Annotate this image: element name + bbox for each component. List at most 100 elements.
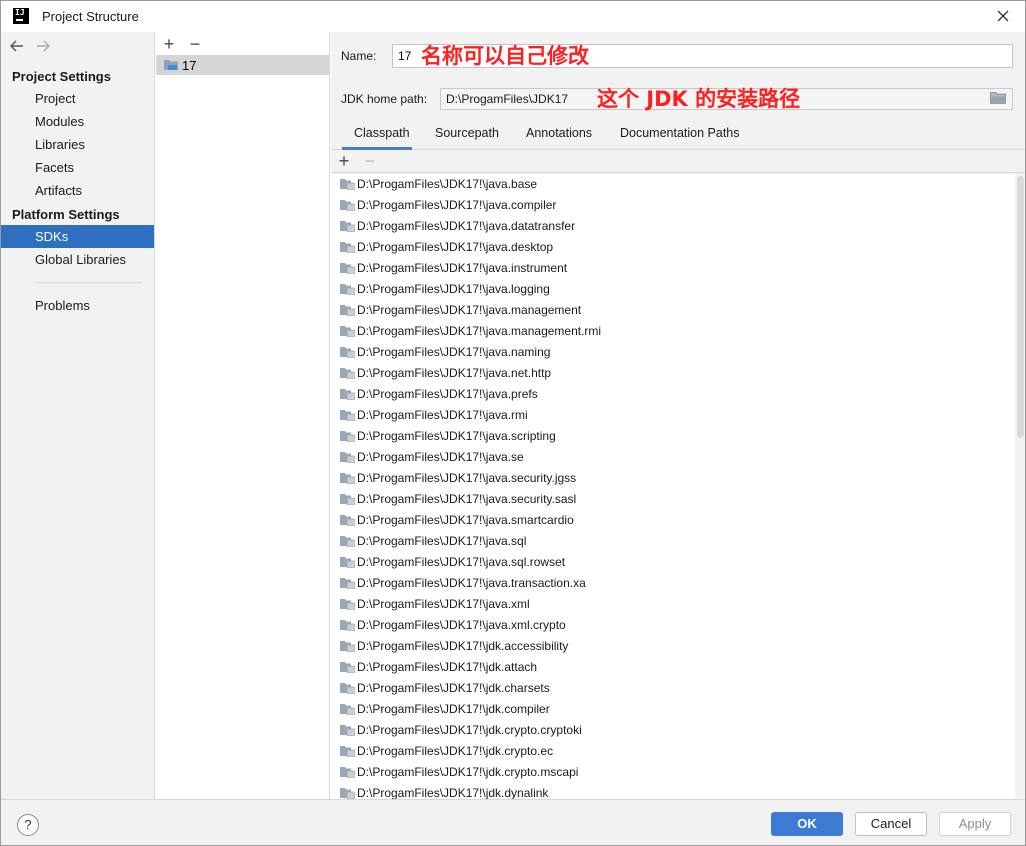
classpath-toolbar: + − <box>331 151 1025 173</box>
project-settings-heading: Project Settings <box>12 69 111 84</box>
classpath-row[interactable]: D:\ProgamFiles\JDK17!\java.desktop <box>331 237 1015 258</box>
apply-button[interactable]: Apply <box>939 812 1011 836</box>
module-folder-icon <box>340 431 355 442</box>
folder-icon <box>990 92 1006 104</box>
classpath-row[interactable]: D:\ProgamFiles\JDK17!\java.xml.crypto <box>331 615 1015 636</box>
classpath-entry-text: D:\ProgamFiles\JDK17!\jdk.attach <box>357 660 538 674</box>
classpath-scrollbar[interactable] <box>1015 174 1025 799</box>
nav-item-problems[interactable]: Problems <box>1 294 154 317</box>
nav-item-artifacts[interactable]: Artifacts <box>1 179 154 202</box>
classpath-entry-text: D:\ProgamFiles\JDK17!\java.prefs <box>357 387 538 401</box>
classpath-row[interactable]: D:\ProgamFiles\JDK17!\java.security.jgss <box>331 468 1015 489</box>
nav-item-global-libraries[interactable]: Global Libraries <box>1 248 154 271</box>
classpath-row[interactable]: D:\ProgamFiles\JDK17!\jdk.attach <box>331 657 1015 678</box>
tab-annotations[interactable]: Annotations <box>526 126 592 150</box>
classpath-row[interactable]: D:\ProgamFiles\JDK17!\jdk.crypto.mscapi <box>331 762 1015 783</box>
classpath-row[interactable]: D:\ProgamFiles\JDK17!\jdk.compiler <box>331 699 1015 720</box>
classpath-entry-text: D:\ProgamFiles\JDK17!\jdk.crypto.mscapi <box>357 765 579 779</box>
module-folder-icon <box>340 494 355 505</box>
add-sdk-button[interactable]: + <box>159 34 179 54</box>
platform-settings-heading: Platform Settings <box>12 207 120 222</box>
classpath-row[interactable]: D:\ProgamFiles\JDK17!\java.instrument <box>331 258 1015 279</box>
browse-folder-button[interactable] <box>990 91 1008 107</box>
nav-item-modules[interactable]: Modules <box>1 110 154 133</box>
classpath-row[interactable]: D:\ProgamFiles\JDK17!\jdk.charsets <box>331 678 1015 699</box>
classpath-entry-text: D:\ProgamFiles\JDK17!\java.base <box>357 177 538 191</box>
forward-button[interactable] <box>35 38 51 54</box>
ok-button[interactable]: OK <box>771 812 843 836</box>
classpath-entry-text: D:\ProgamFiles\JDK17!\jdk.dynalink <box>357 786 549 799</box>
module-folder-icon <box>340 410 355 421</box>
tab-documentation-paths[interactable]: Documentation Paths <box>620 126 740 150</box>
classpath-entry-text: D:\ProgamFiles\JDK17!\jdk.compiler <box>357 702 550 716</box>
classpath-entry-text: D:\ProgamFiles\JDK17!\java.compiler <box>357 198 557 212</box>
sdk-list-panel: + − 17 <box>156 32 330 799</box>
sdk-item-17[interactable]: 17 <box>156 55 330 75</box>
close-button[interactable] <box>989 4 1017 28</box>
module-folder-icon <box>340 305 355 316</box>
classpath-row[interactable]: D:\ProgamFiles\JDK17!\jdk.crypto.cryptok… <box>331 720 1015 741</box>
classpath-entry-text: D:\ProgamFiles\JDK17!\java.xml.crypto <box>357 618 566 632</box>
classpath-row[interactable]: D:\ProgamFiles\JDK17!\jdk.dynalink <box>331 783 1015 799</box>
window-title: Project Structure <box>42 9 139 24</box>
nav-item-sdks[interactable]: SDKs <box>1 225 154 248</box>
classpath-row[interactable]: D:\ProgamFiles\JDK17!\jdk.accessibility <box>331 636 1015 657</box>
classpath-entry-text: D:\ProgamFiles\JDK17!\java.xml <box>357 597 530 611</box>
intellij-app-icon: IJ <box>13 8 29 24</box>
module-folder-icon <box>340 221 355 232</box>
classpath-row[interactable]: D:\ProgamFiles\JDK17!\java.prefs <box>331 384 1015 405</box>
classpath-entry-text: D:\ProgamFiles\JDK17!\java.datatransfer <box>357 219 576 233</box>
classpath-entry-text: D:\ProgamFiles\JDK17!\jdk.crypto.ec <box>357 744 554 758</box>
classpath-row[interactable]: D:\ProgamFiles\JDK17!\java.security.sasl <box>331 489 1015 510</box>
module-folder-icon <box>340 515 355 526</box>
classpath-row[interactable]: D:\ProgamFiles\JDK17!\java.smartcardio <box>331 510 1015 531</box>
module-folder-icon <box>340 557 355 568</box>
classpath-row[interactable]: D:\ProgamFiles\JDK17!\java.sql <box>331 531 1015 552</box>
nav-item-project[interactable]: Project <box>1 87 154 110</box>
remove-classpath-button[interactable]: − <box>360 151 380 173</box>
tab-classpath[interactable]: Classpath <box>342 126 412 150</box>
module-folder-icon <box>340 536 355 547</box>
classpath-row[interactable]: D:\ProgamFiles\JDK17!\java.scripting <box>331 426 1015 447</box>
sdk-detail-panel: Name: 名称可以自己修改 JDK home path: D:\ProgamF… <box>331 32 1025 799</box>
jdk-home-path-label: JDK home path: <box>341 92 428 106</box>
tab-sourcepath[interactable]: Sourcepath <box>435 126 499 150</box>
add-classpath-button[interactable]: + <box>334 151 354 173</box>
cancel-button[interactable]: Cancel <box>855 812 927 836</box>
nav-item-libraries[interactable]: Libraries <box>1 133 154 156</box>
module-folder-icon <box>340 578 355 589</box>
scrollbar-thumb[interactable] <box>1017 176 1024 438</box>
remove-sdk-button[interactable]: − <box>185 34 205 54</box>
classpath-row[interactable]: D:\ProgamFiles\JDK17!\java.naming <box>331 342 1015 363</box>
back-button[interactable] <box>9 38 25 54</box>
classpath-entry-text: D:\ProgamFiles\JDK17!\java.naming <box>357 345 551 359</box>
path-annotation: 这个 JDK 的安装路径 <box>597 87 801 111</box>
classpath-row[interactable]: D:\ProgamFiles\JDK17!\java.rmi <box>331 405 1015 426</box>
classpath-row[interactable]: D:\ProgamFiles\JDK17!\java.management <box>331 300 1015 321</box>
classpath-row[interactable]: D:\ProgamFiles\JDK17!\java.xml <box>331 594 1015 615</box>
classpath-entry-text: D:\ProgamFiles\JDK17!\java.se <box>357 450 524 464</box>
close-icon <box>997 10 1009 22</box>
dialog-button-bar: ? OK Cancel Apply <box>1 799 1025 845</box>
classpath-row[interactable]: D:\ProgamFiles\JDK17!\java.base <box>331 174 1015 195</box>
classpath-row[interactable]: D:\ProgamFiles\JDK17!\java.logging <box>331 279 1015 300</box>
classpath-row[interactable]: D:\ProgamFiles\JDK17!\java.transaction.x… <box>331 573 1015 594</box>
app-icon-text: IJ <box>15 8 25 17</box>
classpath-row[interactable]: D:\ProgamFiles\JDK17!\java.se <box>331 447 1015 468</box>
classpath-entry-text: D:\ProgamFiles\JDK17!\java.sql.rowset <box>357 555 566 569</box>
classpath-row[interactable]: D:\ProgamFiles\JDK17!\java.management.rm… <box>331 321 1015 342</box>
classpath-row[interactable]: D:\ProgamFiles\JDK17!\java.net.http <box>331 363 1015 384</box>
classpath-entry-text: D:\ProgamFiles\JDK17!\java.rmi <box>357 408 528 422</box>
classpath-entry-text: D:\ProgamFiles\JDK17!\java.transaction.x… <box>357 576 586 590</box>
classpath-row[interactable]: D:\ProgamFiles\JDK17!\java.datatransfer <box>331 216 1015 237</box>
classpath-entry-text: D:\ProgamFiles\JDK17!\jdk.accessibility <box>357 639 569 653</box>
module-folder-icon <box>340 284 355 295</box>
help-button[interactable]: ? <box>17 814 39 836</box>
module-folder-icon <box>340 641 355 652</box>
classpath-row[interactable]: D:\ProgamFiles\JDK17!\java.compiler <box>331 195 1015 216</box>
nav-item-facets[interactable]: Facets <box>1 156 154 179</box>
classpath-row[interactable]: D:\ProgamFiles\JDK17!\java.sql.rowset <box>331 552 1015 573</box>
jdk-folder-icon <box>164 60 178 70</box>
module-folder-icon <box>340 452 355 463</box>
classpath-row[interactable]: D:\ProgamFiles\JDK17!\jdk.crypto.ec <box>331 741 1015 762</box>
